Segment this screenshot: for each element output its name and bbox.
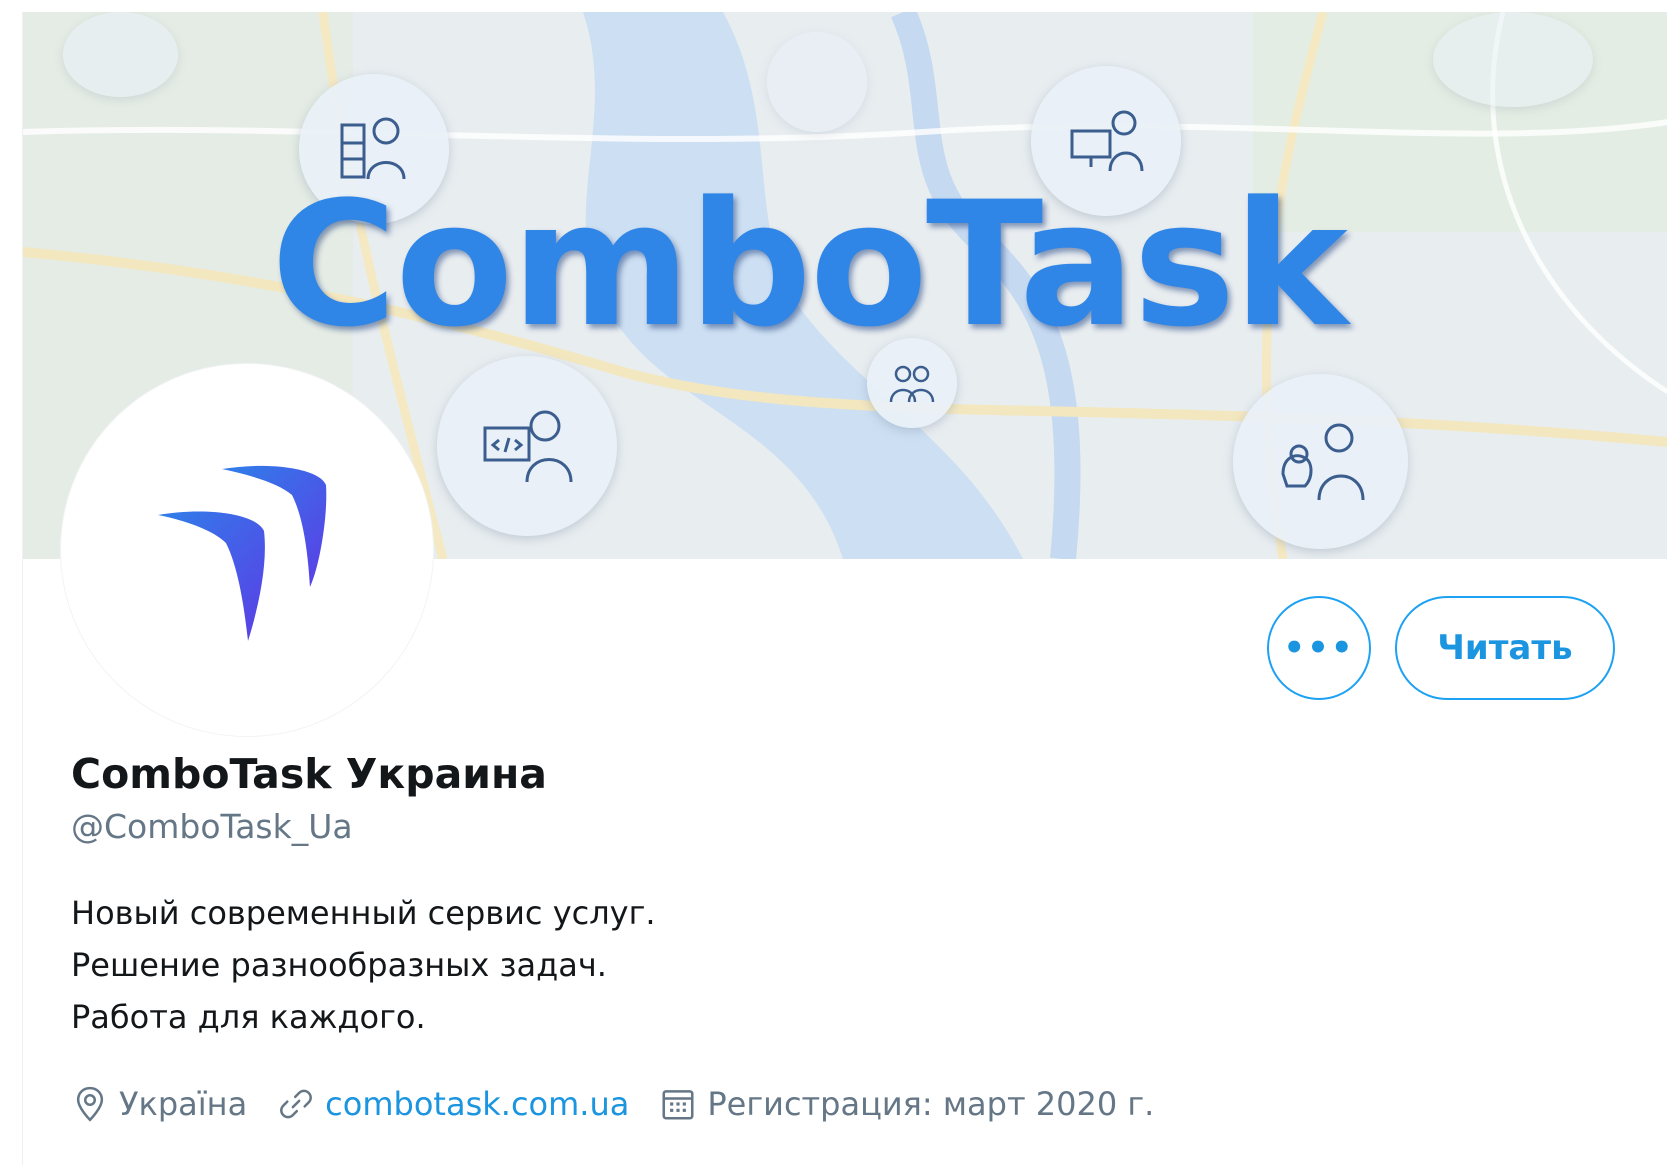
location-pin-icon (76, 1086, 104, 1122)
location-item: Україна (71, 1085, 247, 1123)
joined-text: Регистрация: март 2020 г. (707, 1085, 1155, 1123)
link-icon (280, 1089, 313, 1119)
display-name: ComboTask Украина (71, 750, 547, 798)
location-text: Україна (119, 1085, 248, 1123)
joined-item: Регистрация: март 2020 г. (659, 1085, 1154, 1123)
website-item: combotask.com.ua (277, 1085, 629, 1123)
user-handle: @ComboTask_Ua (71, 807, 353, 846)
faded-icon-top-left (63, 12, 178, 97)
faded-icon-top-right (1433, 12, 1593, 107)
calendar-icon (662, 1090, 694, 1120)
developer-icon (437, 356, 617, 536)
profile-bio: Новый современный сервис услуг. Решение … (71, 887, 656, 1043)
bio-line: Решение разнообразных задач. (71, 946, 607, 984)
profile-card: ComboTask ••• Читать ComboTask Украина @… (22, 12, 1667, 1165)
profile-meta: Україна combotask.com.ua Регистрация: ма… (71, 1079, 1184, 1129)
website-link[interactable]: combotask.com.ua (325, 1085, 629, 1123)
follow-button[interactable]: Читать (1395, 596, 1615, 700)
pet-care-icon (1233, 374, 1408, 549)
bio-line: Работа для каждого. (71, 998, 426, 1036)
profile-avatar[interactable] (61, 364, 433, 736)
combotask-logo-icon (158, 465, 327, 641)
faded-icon-top-center (767, 32, 867, 132)
bio-line: Новый современный сервис услуг. (71, 894, 656, 932)
banner-logo-text: ComboTask (271, 164, 1348, 365)
more-options-button[interactable]: ••• (1267, 596, 1371, 700)
